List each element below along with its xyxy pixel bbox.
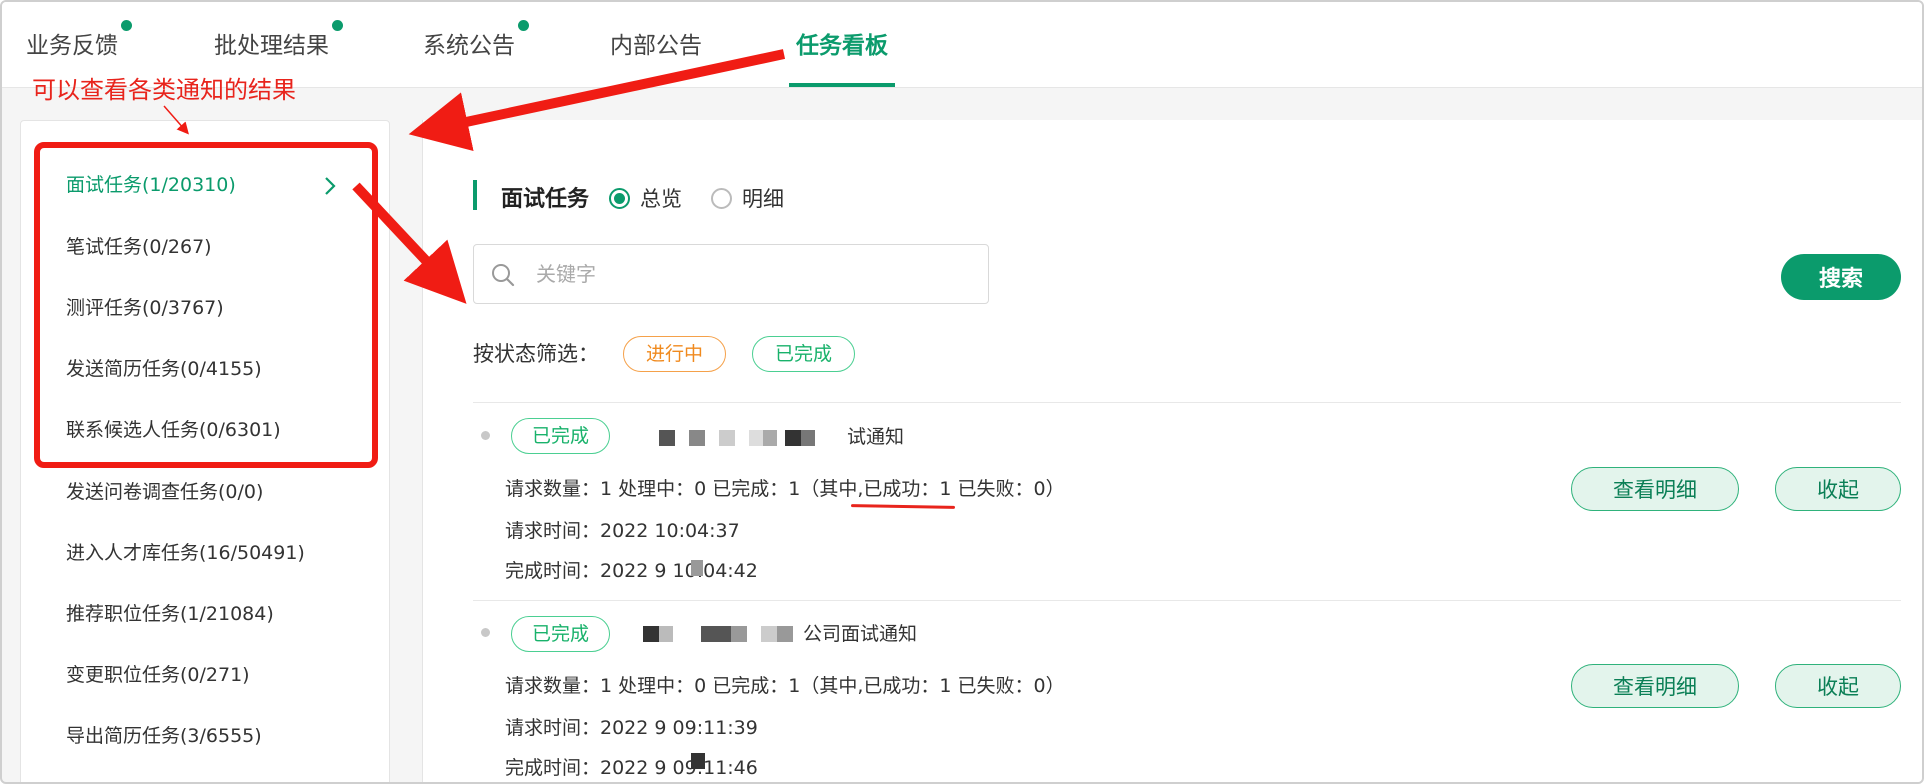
sidebar-item-survey[interactable]: 发送问卷调查任务(0/0) bbox=[66, 477, 263, 504]
annotation-highlight-box bbox=[34, 142, 378, 468]
task-name: 试通知 bbox=[847, 426, 905, 448]
notification-dot-icon bbox=[121, 20, 132, 31]
task-counts: 请求数量：1 处理中：0 已完成：1（其中,已成功：1 已失败：0） bbox=[505, 675, 1065, 697]
task-finish-time: 完成时间：2022 9 10:04:42 bbox=[505, 560, 758, 582]
sidebar-item-change-position[interactable]: 变更职位任务(0/271) bbox=[66, 660, 250, 687]
sidebar-item-export-resume[interactable]: 导出简历任务(3/6555) bbox=[66, 721, 262, 748]
redacted-text bbox=[659, 430, 815, 446]
section-title: 面试任务 bbox=[501, 187, 590, 212]
filter-in-progress[interactable]: 进行中 bbox=[623, 336, 727, 372]
search-icon bbox=[492, 264, 515, 287]
tab-system-announcement[interactable]: 系统公告 bbox=[423, 20, 529, 60]
collapse-button[interactable]: 收起 bbox=[1775, 664, 1901, 708]
status-badge: 已完成 bbox=[511, 418, 611, 454]
divider bbox=[473, 600, 1901, 601]
filter-label: 按状态筛选： bbox=[473, 342, 599, 366]
tab-label: 内部公告 bbox=[610, 33, 702, 59]
task-board-panel: 面试任务 总览 明细 搜索 按状态筛选： 进行中 已完成 已完成 bbox=[422, 120, 1922, 782]
sidebar-item-recommend-position[interactable]: 推荐职位任务(1/21084) bbox=[66, 599, 274, 626]
task-counts: 请求数量：1 处理中：0 已完成：1（其中,已成功：1 已失败：0） bbox=[505, 478, 1065, 500]
task-name: 公司面试通知 bbox=[803, 623, 918, 645]
tab-internal-announcement[interactable]: 内部公告 bbox=[610, 26, 702, 60]
app-window: 业务反馈 批处理结果 系统公告 内部公告 任务看板 面试任务(1/20310) … bbox=[0, 0, 1924, 784]
divider bbox=[473, 402, 1901, 403]
tab-task-board[interactable]: 任务看板 bbox=[796, 26, 888, 60]
task-request-time: 请求时间：2022 9 09:11:39 bbox=[505, 717, 758, 739]
radio-unchecked-icon bbox=[711, 187, 732, 209]
radio-checked-icon bbox=[609, 187, 630, 209]
redacted-text bbox=[691, 753, 705, 769]
radio-label: 明细 bbox=[742, 187, 784, 211]
tab-label: 业务反馈 bbox=[26, 33, 118, 59]
tab-label: 系统公告 bbox=[423, 33, 515, 59]
filter-completed[interactable]: 已完成 bbox=[752, 336, 856, 372]
task-finish-time: 完成时间：2022 9 09:11:46 bbox=[505, 757, 758, 779]
radio-overview[interactable]: 总览 bbox=[609, 183, 682, 213]
notification-dot-icon bbox=[332, 20, 343, 31]
view-detail-button[interactable]: 查看明细 bbox=[1571, 664, 1739, 708]
radio-detail[interactable]: 明细 bbox=[711, 183, 784, 213]
task-dot-icon bbox=[481, 628, 490, 637]
radio-label: 总览 bbox=[640, 187, 682, 211]
tab-label: 任务看板 bbox=[796, 33, 888, 59]
view-detail-button[interactable]: 查看明细 bbox=[1571, 467, 1739, 511]
search-box bbox=[473, 244, 989, 304]
redacted-text bbox=[691, 560, 703, 576]
status-badge: 已完成 bbox=[511, 616, 611, 652]
tab-business-feedback[interactable]: 业务反馈 bbox=[26, 20, 132, 60]
task-dot-icon bbox=[481, 431, 490, 440]
search-button[interactable]: 搜索 bbox=[1781, 254, 1901, 300]
sidebar-item-talent-pool[interactable]: 进入人才库任务(16/50491) bbox=[66, 538, 305, 565]
task-request-time: 请求时间：2022 10:04:37 bbox=[505, 520, 740, 542]
tab-label: 批处理结果 bbox=[214, 33, 329, 59]
search-input[interactable] bbox=[536, 257, 976, 291]
redacted-text bbox=[643, 626, 793, 642]
tab-batch-results[interactable]: 批处理结果 bbox=[214, 20, 343, 60]
notification-dot-icon bbox=[518, 20, 529, 31]
annotation-text: 可以查看各类通知的结果 bbox=[32, 76, 296, 104]
section-accent-bar bbox=[473, 180, 477, 210]
annotation-underline bbox=[850, 504, 956, 509]
collapse-button[interactable]: 收起 bbox=[1775, 467, 1901, 511]
active-tab-indicator bbox=[789, 83, 895, 87]
